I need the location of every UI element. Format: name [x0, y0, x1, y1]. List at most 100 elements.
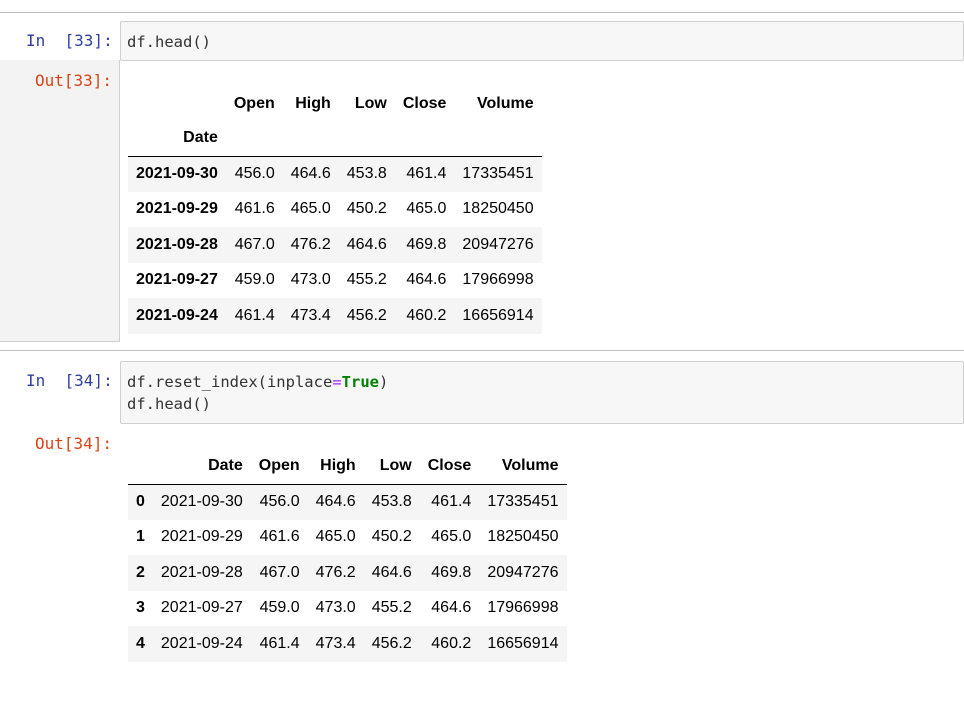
- header-cell: High: [307, 449, 364, 485]
- table-cell: 17335451: [462, 165, 534, 182]
- table-cell: 2021-09-27: [160, 599, 243, 617]
- table-cell: 2021-09-29: [160, 528, 243, 546]
- header-cell: Open: [233, 94, 275, 112]
- input-prompt-33: In [33]:: [26, 31, 113, 50]
- keyword-true: True: [341, 373, 379, 391]
- table-cell: 459.0: [234, 271, 275, 289]
- table-cell: 465.0: [290, 200, 331, 218]
- table-cell: 16656914: [487, 634, 559, 652]
- table-cell: 2021-09-28: [160, 563, 243, 581]
- table-cell: 467.0: [259, 563, 300, 581]
- table-cell: 456.2: [371, 634, 412, 652]
- table-header-row: Date Open High Low Close Volume: [128, 449, 567, 485]
- table-cell: 450.2: [346, 200, 387, 218]
- code-line: df.head(): [127, 33, 211, 51]
- input-prompt-34: In [34]:: [26, 371, 113, 390]
- index-name-row: Date: [128, 121, 542, 157]
- table-cell: 456.0: [259, 493, 300, 510]
- table-row: 3 2021-09-27 459.0 473.0 455.2 464.6 179…: [128, 591, 567, 627]
- code-line: df.reset_index(inplace=True): [127, 373, 389, 391]
- table-cell: 461.4: [406, 165, 447, 182]
- table-cell: 461.6: [259, 528, 300, 546]
- table-cell: 2021-09-30: [160, 493, 243, 510]
- table-cell: 476.2: [290, 235, 331, 253]
- table-row: 2021-09-29 461.6 465.0 450.2 465.0 18250…: [128, 192, 542, 228]
- header-cell: Volume: [476, 94, 534, 112]
- table-cell: 473.4: [290, 306, 331, 324]
- table-row: 2021-09-27 459.0 473.0 455.2 464.6 17966…: [128, 263, 542, 299]
- code-line: df.head(): [127, 395, 211, 413]
- table-cell: 455.2: [371, 599, 412, 617]
- table-cell: 473.4: [315, 634, 356, 652]
- header-cell: Volume: [479, 449, 567, 485]
- table-row: 2 2021-09-28 467.0 476.2 464.6 469.8 209…: [128, 555, 567, 591]
- table-cell: 459.0: [259, 599, 300, 617]
- table-cell: 460.2: [431, 634, 472, 652]
- header-cell: Low: [363, 449, 420, 485]
- row-index: 2021-09-24: [136, 306, 218, 324]
- table-cell: 464.6: [406, 271, 447, 289]
- table-cell: 461.4: [431, 493, 472, 510]
- table-cell: 473.0: [315, 599, 356, 617]
- header-cell: Open: [250, 449, 308, 485]
- row-index: 0: [136, 493, 145, 510]
- table-cell: 476.2: [315, 563, 356, 581]
- table-cell: 450.2: [371, 528, 412, 546]
- table-row: 2021-09-24 461.4 473.4 456.2 460.2 16656…: [128, 298, 542, 334]
- table-cell: 465.0: [315, 528, 356, 546]
- output-collapse-area-33[interactable]: [0, 60, 120, 342]
- output-prompt-33: Out[33]:: [35, 71, 113, 90]
- table-cell: 469.8: [406, 235, 447, 253]
- row-index: 4: [136, 634, 145, 652]
- table-cell: 464.6: [431, 599, 472, 617]
- table-cell: 455.2: [346, 271, 387, 289]
- table-cell: 17335451: [487, 493, 559, 510]
- table-cell: 464.6: [371, 563, 412, 581]
- table-header-row: Open High Low Close Volume: [128, 86, 542, 121]
- code-input-33[interactable]: df.head(): [120, 21, 964, 61]
- header-cell: Close: [419, 449, 480, 485]
- header-cell: High: [295, 94, 331, 112]
- table-cell: 461.4: [234, 306, 275, 324]
- table-cell: 2021-09-24: [160, 634, 243, 652]
- table-cell: 473.0: [290, 271, 331, 289]
- row-index: 2021-09-30: [136, 165, 218, 182]
- table-cell: 465.0: [431, 528, 472, 546]
- table-row: 0 2021-09-30 456.0 464.6 453.8 461.4 173…: [128, 484, 567, 520]
- cell-divider: [0, 350, 964, 351]
- dataframe-output-33: Open High Low Close Volume Date 2021-09-…: [128, 86, 542, 334]
- table-cell: 464.6: [346, 235, 387, 253]
- header-cell: [128, 449, 153, 485]
- table-cell: 465.0: [406, 200, 447, 218]
- table-cell: 453.8: [346, 165, 387, 182]
- table-row: 1 2021-09-29 461.6 465.0 450.2 465.0 182…: [128, 520, 567, 556]
- table-cell: 469.8: [431, 563, 472, 581]
- table-cell: 17966998: [462, 271, 534, 289]
- notebook-top-divider: [0, 12, 964, 13]
- table-cell: 464.6: [290, 165, 331, 182]
- code-input-34[interactable]: df.reset_index(inplace=True) df.head(): [120, 361, 964, 424]
- dataframe-output-34: Date Open High Low Close Volume 0 2021-0…: [128, 449, 567, 662]
- row-index: 2021-09-28: [136, 235, 218, 253]
- header-cell: [128, 86, 226, 121]
- row-index: 1: [136, 528, 145, 546]
- output-prompt-34: Out[34]:: [35, 434, 113, 453]
- table-row: 4 2021-09-24 461.4 473.4 456.2 460.2 166…: [128, 626, 567, 662]
- index-name-cell: Date: [128, 121, 226, 157]
- table-cell: 461.6: [234, 200, 275, 218]
- header-cell: Date: [152, 449, 251, 485]
- table-cell: 464.6: [315, 493, 356, 510]
- row-index: 3: [136, 599, 145, 617]
- table-row: 2021-09-28 467.0 476.2 464.6 469.8 20947…: [128, 227, 542, 263]
- table-cell: 20947276: [462, 235, 534, 253]
- table-cell: 461.4: [259, 634, 300, 652]
- row-index: 2021-09-29: [136, 200, 218, 218]
- table-cell: 20947276: [487, 563, 559, 581]
- table-cell: 456.2: [346, 306, 387, 324]
- table-cell: 18250450: [462, 200, 534, 218]
- header-cell: Low: [354, 94, 387, 112]
- table-cell: 467.0: [234, 235, 275, 253]
- table-cell: 18250450: [487, 528, 559, 546]
- table-row: 2021-09-30 456.0 464.6 453.8 461.4 17335…: [128, 156, 542, 192]
- row-index: 2: [136, 563, 145, 581]
